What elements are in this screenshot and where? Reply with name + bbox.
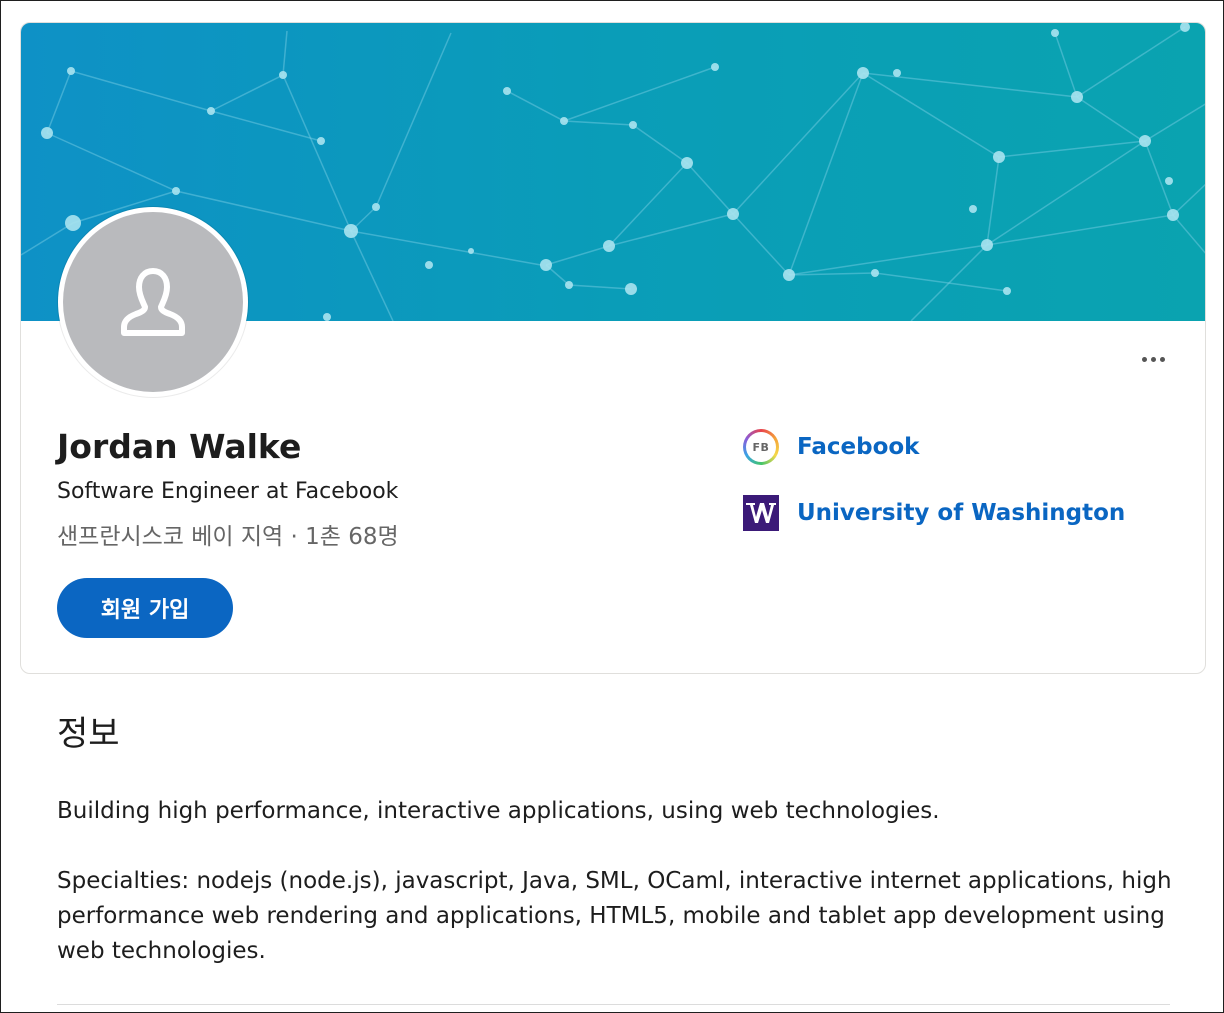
about-specialties: Specialties: nodejs (node.js), javascrip… (57, 868, 1172, 964)
profile-location: 샌프란시스코 베이 지역 · 1촌 68명 (57, 524, 399, 550)
company-link[interactable]: Facebook (797, 434, 919, 460)
profile-headline: Software Engineer at Facebook (57, 479, 399, 504)
current-company[interactable]: FB Facebook (743, 429, 919, 465)
more-horizontal-icon (1159, 356, 1165, 362)
more-horizontal-icon (1141, 356, 1147, 362)
more-options-button[interactable] (1129, 343, 1177, 375)
profile-card: Jordan Walke Software Engineer at Facebo… (20, 22, 1206, 674)
education-school[interactable]: University of Washington (743, 495, 1125, 531)
about-section: Building high performance, interactive a… (57, 794, 1177, 969)
uw-logo-icon (743, 495, 779, 531)
avatar-placeholder (63, 212, 243, 392)
more-horizontal-icon (1150, 356, 1156, 362)
about-summary: Building high performance, interactive a… (57, 798, 940, 824)
divider (57, 1004, 1170, 1005)
facebook-logo-icon: FB (743, 429, 779, 465)
profile-name: Jordan Walke (57, 427, 302, 466)
person-placeholder-icon (121, 268, 185, 336)
avatar[interactable] (58, 207, 248, 397)
about-heading: 정보 (57, 714, 120, 754)
school-link[interactable]: University of Washington (797, 500, 1125, 526)
join-button[interactable]: 회원 가입 (57, 578, 233, 638)
